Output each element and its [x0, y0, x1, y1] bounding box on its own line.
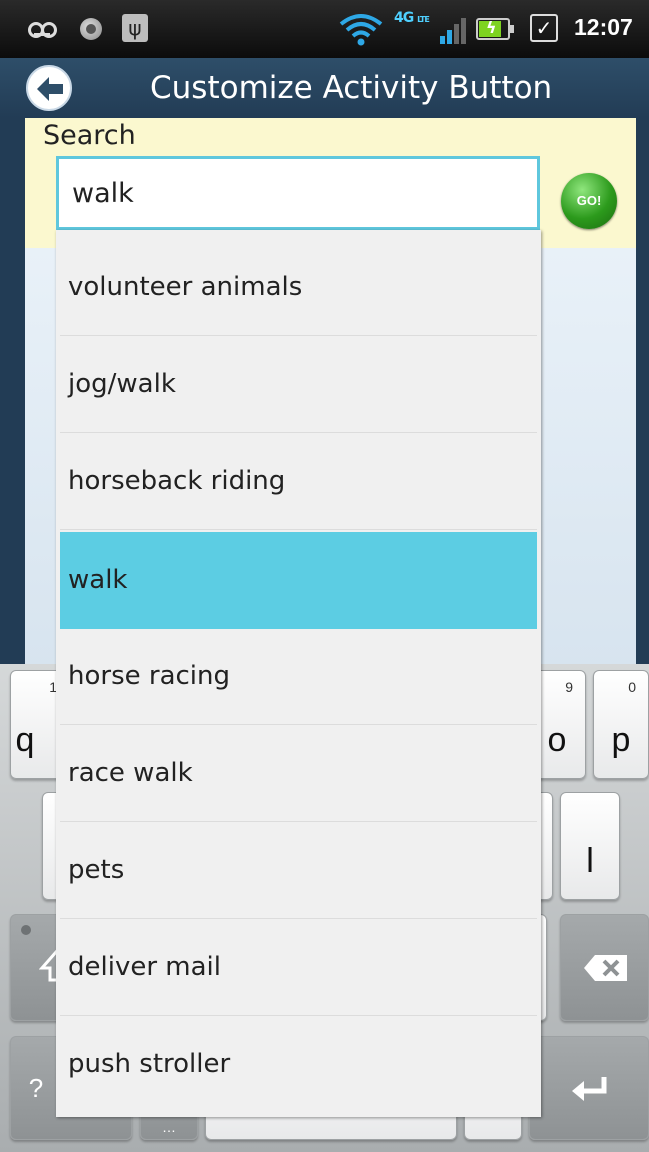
clock: 12:07 — [574, 14, 633, 40]
suggestion-item[interactable]: push stroller — [60, 1016, 537, 1113]
network-sub-label: LTE — [417, 15, 430, 24]
suggestion-item[interactable]: horseback riding — [60, 433, 537, 530]
backspace-key[interactable] — [560, 914, 649, 1021]
network-type-label: 4G — [394, 10, 414, 26]
key-q-label: q — [15, 721, 35, 759]
checkbox-icon: ✓ — [530, 14, 558, 42]
suggestion-item[interactable]: jog/walk — [60, 336, 537, 433]
battery-charging-icon: ϟ — [476, 18, 514, 40]
back-button[interactable] — [26, 65, 72, 111]
title-bar: Customize Activity Button — [0, 58, 649, 118]
back-arrow-icon — [37, 77, 63, 101]
go-button[interactable]: GO! — [561, 173, 617, 229]
symbols-key-label: ? — [28, 1073, 44, 1103]
wifi-icon — [338, 12, 384, 46]
suggestion-dropdown: volunteer animals jog/walk horseback rid… — [56, 230, 541, 1117]
voicemail-icon — [28, 22, 57, 38]
network-type-indicator: 4G LTE — [394, 10, 434, 44]
search-label: Search — [43, 120, 136, 151]
key-p-label: p — [611, 721, 631, 759]
enter-key[interactable] — [529, 1036, 649, 1140]
suggestion-item[interactable]: deliver mail — [60, 919, 537, 1016]
key-l[interactable]: l — [560, 792, 620, 900]
enter-icon — [572, 1077, 607, 1101]
suggestion-item[interactable]: pets — [60, 822, 537, 919]
usb-icon: ψ — [122, 14, 148, 42]
page-title: Customize Activity Button — [150, 70, 553, 106]
suggestion-item[interactable]: volunteer animals — [60, 239, 537, 336]
suggestion-item[interactable]: race walk — [60, 725, 537, 822]
search-input[interactable] — [56, 156, 540, 230]
key-p-hint: 0 — [628, 679, 636, 695]
record-icon — [80, 18, 102, 40]
signal-icon — [440, 14, 470, 44]
suggestion-item-selected[interactable]: walk — [60, 532, 537, 629]
key-l-label: l — [586, 842, 594, 880]
backspace-icon — [584, 955, 627, 981]
status-bar: ψ 4G LTE ϟ ✓ 12:07 — [0, 0, 649, 58]
key-p[interactable]: 0 p — [593, 670, 649, 779]
suggestion-item[interactable]: horse racing — [60, 628, 537, 725]
key-o-hint: 9 — [565, 679, 573, 695]
